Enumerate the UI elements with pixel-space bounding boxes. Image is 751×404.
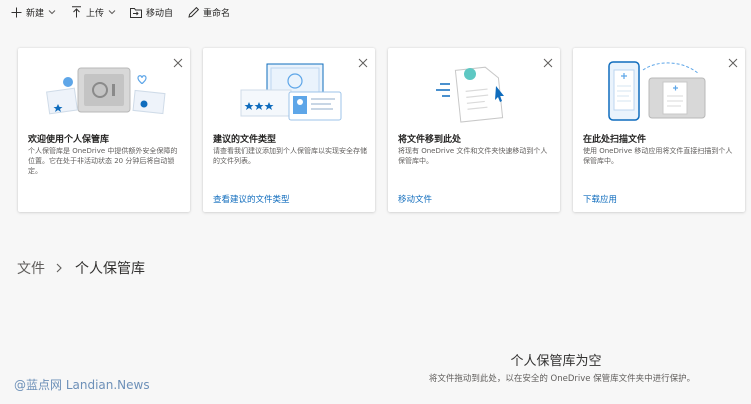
rename-label: 重命名 [203,8,231,19]
empty-state-title: 个人保管库为空 [510,354,602,369]
move-from-label: 移动自 [146,8,174,19]
card-suggested-types: 建议的文件类型 请查看我们建议添加到个人保管库以实现安全存储的文件列表。 查看建… [203,48,375,212]
plus-icon [10,6,22,18]
pencil-icon [187,6,199,18]
upload-label: 上传 [86,8,105,19]
intro-cards: 欢迎使用个人保管库 个人保管库是 OneDrive 中提供额外安全保障的位置。它… [18,48,746,212]
card-description: 使用 OneDrive 移动应用将文件直接扫描到个人保管库中。 [583,147,733,165]
card-welcome: 欢迎使用个人保管库 个人保管库是 OneDrive 中提供额外安全保障的位置。它… [18,48,190,212]
move-files-link[interactable]: 移动文件 [398,193,432,205]
view-suggested-types-link[interactable]: 查看建议的文件类型 [213,193,290,205]
breadcrumb-root[interactable]: 文件 [17,258,45,278]
card-scan-files: 在此处扫描文件 使用 OneDrive 移动应用将文件直接扫描到个人保管库中。 … [573,48,745,212]
new-label: 新建 [26,8,45,19]
card-title: 欢迎使用个人保管库 [28,135,110,145]
card-title: 将文件移到此处 [398,135,462,145]
scan-illustration [608,61,706,121]
upload-icon [70,6,82,18]
card-description: 个人保管库是 OneDrive 中提供额外安全保障的位置。它在处于非活动状态 2… [28,147,178,175]
rename-button[interactable]: 重命名 [187,0,230,24]
folder-move-icon [130,6,143,18]
card-move-files: 将文件移到此处 将现有 OneDrive 文件和文件夹快速移动到个人保管库中。 … [388,48,560,212]
new-button[interactable]: 新建 [10,0,56,24]
empty-state-description: 将文件拖动到此处，以在安全的 OneDrive 保管库文件夹中进行保护。 [428,374,696,384]
watermark: @蓝点网 Landian.News [14,378,150,392]
breadcrumb-current: 个人保管库 [75,261,145,277]
move-from-button[interactable]: 移动自 [130,0,173,24]
breadcrumb: 文件 个人保管库 [17,258,145,278]
chevron-right-icon [55,262,65,274]
vault-illustration [46,67,166,115]
command-bar: 新建 上传 移动自 重命名 [0,0,751,24]
card-description: 请查看我们建议添加到个人保管库以实现安全存储的文件列表。 [213,147,367,165]
card-title: 建议的文件类型 [213,135,277,145]
chevron-down-icon [108,8,116,16]
upload-button[interactable]: 上传 [70,0,116,24]
download-app-link[interactable]: 下载应用 [583,193,617,205]
card-description: 将现有 OneDrive 文件和文件夹快速移动到个人保管库中。 [398,147,548,165]
move-illustration [436,66,504,123]
chevron-down-icon [48,8,56,16]
documents-illustration [240,63,342,121]
card-title: 在此处扫描文件 [583,135,647,145]
